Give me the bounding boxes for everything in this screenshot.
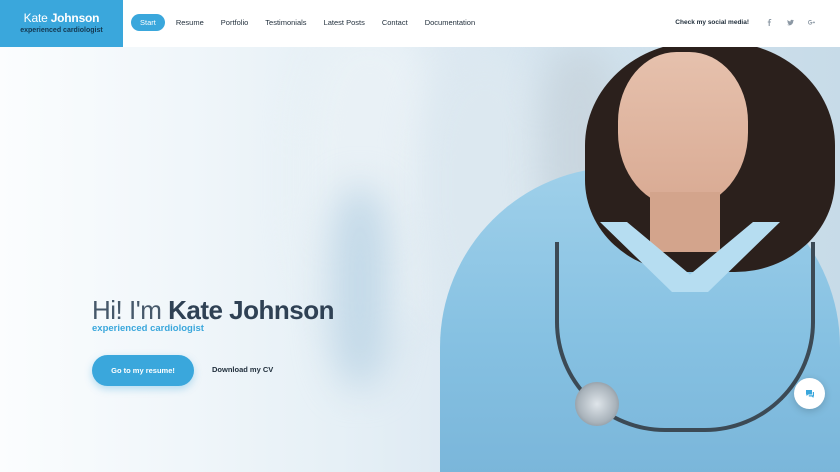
nav-item-resume[interactable]: Resume — [168, 14, 212, 31]
hero-subtitle: experienced cardiologist — [92, 323, 204, 334]
brand-first-name: Kate — [23, 11, 48, 25]
nav-item-documentation[interactable]: Documentation — [417, 14, 483, 31]
chat-icon — [805, 389, 815, 399]
hero-background-photo — [0, 47, 840, 472]
hero-title: Hi! I'm Kate Johnson — [92, 295, 335, 325]
google-plus-icon[interactable] — [802, 13, 820, 31]
stethoscope-chestpiece — [575, 382, 619, 426]
go-to-resume-button[interactable]: Go to my resume! — [92, 355, 194, 386]
site-header: Kate Johnson experienced cardiologist St… — [0, 0, 840, 47]
twitter-icon[interactable] — [781, 13, 799, 31]
social-links: Check my social media! — [675, 13, 820, 31]
main-nav: Start Resume Portfolio Testimonials Late… — [131, 14, 484, 31]
doctor-face — [618, 52, 748, 207]
brand-logo[interactable]: Kate Johnson experienced cardiologist — [0, 0, 123, 47]
nav-item-contact[interactable]: Contact — [374, 14, 416, 31]
nav-item-testimonials[interactable]: Testimonials — [257, 14, 314, 31]
download-cv-link[interactable]: Download my CV — [212, 365, 273, 374]
facebook-icon[interactable] — [760, 13, 778, 31]
hero-greeting: Hi! I'm — [92, 295, 162, 325]
brand-name: Kate Johnson — [0, 11, 123, 25]
nav-item-start[interactable]: Start — [131, 14, 165, 31]
brand-subtitle: experienced cardiologist — [20, 27, 103, 34]
nav-item-portfolio[interactable]: Portfolio — [213, 14, 257, 31]
brand-last-name: Johnson — [50, 11, 100, 25]
chat-button[interactable] — [794, 378, 825, 409]
social-label: Check my social media! — [675, 18, 749, 26]
hero-name: Kate Johnson — [168, 295, 335, 325]
nav-item-latest-posts[interactable]: Latest Posts — [316, 14, 373, 31]
hero-section: Hi! I'm Kate Johnson experienced cardiol… — [0, 47, 840, 472]
